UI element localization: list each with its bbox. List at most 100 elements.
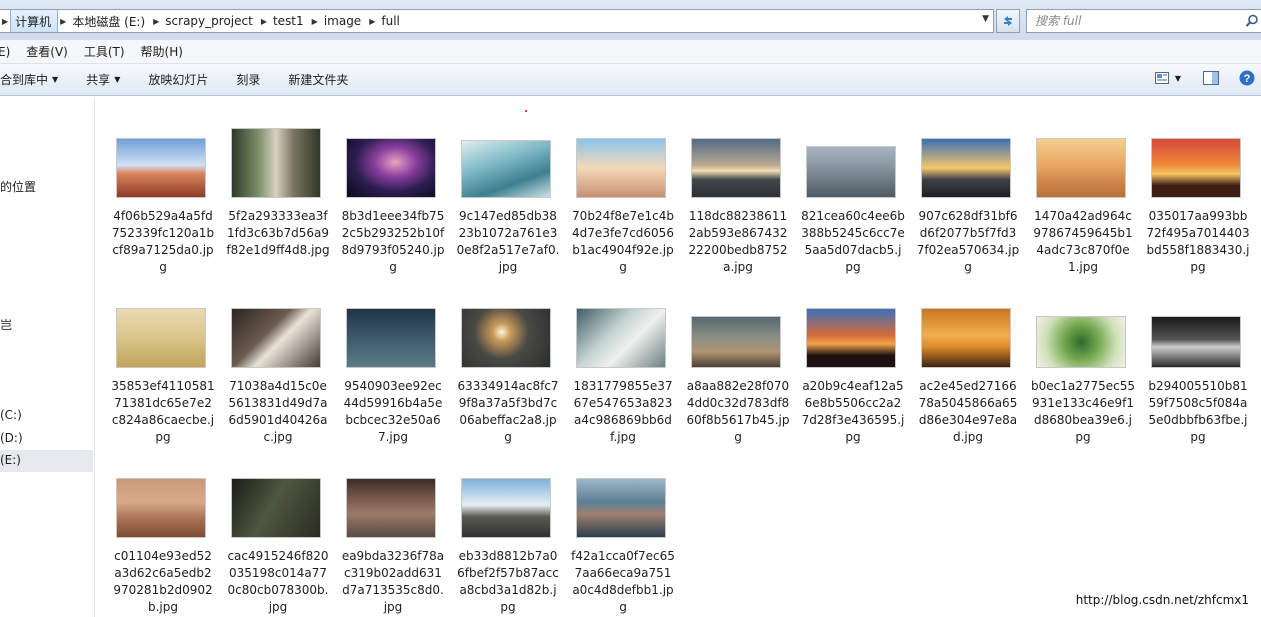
- file-item[interactable]: b0ec1a2775ec55931e133c46e9f1d8680bea39e6…: [1031, 306, 1135, 466]
- file-item[interactable]: 035017aa993bb72f495a7014403bd558f1883430…: [1146, 136, 1250, 296]
- navigation-pane[interactable]: 的位置 岂 (C:) (D:) (E:): [0, 97, 95, 617]
- include-in-library-button[interactable]: 合到库中 ▼: [0, 71, 72, 88]
- nav-drive-d[interactable]: (D:): [0, 431, 23, 445]
- svg-text:?: ?: [1244, 73, 1251, 85]
- image-thumbnail[interactable]: [576, 138, 666, 198]
- image-thumbnail[interactable]: [346, 308, 436, 368]
- file-item[interactable]: 35853ef411058171381dc65e7e2c824a86caecbe…: [111, 306, 215, 466]
- file-name: b294005510b8159f7508c5f084a5e0dbbfb63fbe…: [1148, 379, 1248, 444]
- breadcrumb-scrapy-project[interactable]: scrapy_project: [161, 10, 259, 32]
- image-thumbnail[interactable]: [921, 138, 1011, 198]
- view-icon: [1154, 72, 1169, 84]
- file-name: b0ec1a2775ec55931e133c46e9f1d8680bea39e6…: [1031, 379, 1136, 444]
- file-item[interactable]: ac2e45ed2716678a5045866a65d86e304e97e8ad…: [916, 306, 1017, 466]
- share-label: 共享: [86, 73, 111, 87]
- image-thumbnail[interactable]: [576, 478, 666, 538]
- image-thumbnail[interactable]: [921, 308, 1011, 368]
- address-history-dropdown-icon[interactable]: ▼: [982, 14, 989, 24]
- image-thumbnail[interactable]: [346, 478, 436, 538]
- image-thumbnail[interactable]: [461, 478, 551, 538]
- menu-view[interactable]: 查看(V): [26, 43, 76, 60]
- menu-help[interactable]: 帮助(H): [141, 43, 191, 60]
- breadcrumb-drive-e[interactable]: 本地磁盘 (E:): [68, 10, 151, 32]
- file-name: 1470a42ad964c97867459645b14adc73c870f0e1…: [1033, 209, 1133, 274]
- file-item[interactable]: b294005510b8159f7508c5f084a5e0dbbfb63fbe…: [1146, 306, 1248, 466]
- file-item[interactable]: cac4915246f820035198c014a770c80cb078300b…: [226, 476, 329, 617]
- file-item[interactable]: 71038a4d15c0e5613831d49d7a6d5901d40426ac…: [226, 306, 327, 466]
- file-item[interactable]: ea9bda3236f78ac319b02add631d7a713535c8d0…: [341, 476, 444, 617]
- file-item[interactable]: 907c628df31bf6d6f2077b5f7fd37f02ea570634…: [916, 136, 1019, 296]
- file-list[interactable]: 4f06b529a4a5fd752339fc120a1bcf89a7125da0…: [100, 97, 1261, 617]
- file-name: 9540903ee92ec44d59916b4a5ebcbcec32e50a67…: [343, 379, 443, 444]
- nav-drive-c[interactable]: (C:): [0, 408, 22, 422]
- file-item[interactable]: 1831779855e3767e547653a823a4c986869bb6df…: [571, 306, 673, 466]
- search-icon[interactable]: [1245, 14, 1259, 28]
- preview-pane-button[interactable]: [1203, 71, 1219, 85]
- file-item[interactable]: 8b3d1eee34fb752c5b293252b10f8d9793f05240…: [341, 136, 444, 296]
- breadcrumb-separator-icon[interactable]: ▶: [0, 17, 10, 26]
- help-button[interactable]: ?: [1239, 70, 1255, 86]
- nav-item-fragment[interactable]: 岂: [0, 316, 12, 333]
- breadcrumb-separator-icon[interactable]: ▶: [367, 17, 377, 26]
- file-name: 8b3d1eee34fb752c5b293252b10f8d9793f05240…: [341, 209, 445, 274]
- image-thumbnail[interactable]: [346, 138, 436, 198]
- file-item[interactable]: 4f06b529a4a5fd752339fc120a1bcf89a7125da0…: [111, 136, 214, 296]
- toolbar-right-group: ▼ ?: [1154, 70, 1255, 86]
- image-thumbnail[interactable]: [1151, 316, 1241, 368]
- share-button[interactable]: 共享 ▼: [72, 71, 134, 88]
- file-item[interactable]: 9540903ee92ec44d59916b4a5ebcbcec32e50a67…: [341, 306, 442, 466]
- file-item[interactable]: f42a1cca0f7ec657aa66eca9a751a0c4d8defbb1…: [571, 476, 675, 617]
- file-item[interactable]: a8aa882e28f0704dd0c32d783df860f8b5617b45…: [686, 306, 789, 466]
- search-box[interactable]: [1026, 9, 1261, 33]
- nav-drive-e[interactable]: (E:): [0, 450, 93, 472]
- refresh-button[interactable]: [996, 9, 1020, 33]
- view-options-chevron-icon[interactable]: ▼: [1175, 74, 1181, 83]
- nav-recent-places[interactable]: 的位置: [0, 178, 36, 195]
- image-thumbnail[interactable]: [231, 478, 321, 538]
- file-item[interactable]: 63334914ac8fc79f8a37a5f3bd7c06abeffac2a8…: [456, 306, 559, 466]
- image-thumbnail[interactable]: [231, 308, 321, 368]
- file-name: ea9bda3236f78ac319b02add631d7a713535c8d0…: [341, 549, 445, 614]
- image-thumbnail[interactable]: [116, 138, 206, 198]
- burn-button[interactable]: 刻录: [222, 71, 274, 88]
- file-item[interactable]: 70b24f8e7e1c4b4d7e3fe7cd6056b1ac4904f92e…: [571, 136, 674, 296]
- file-item[interactable]: 9c147ed85db3823b1072a761e30e8f2a517e7af0…: [456, 136, 559, 296]
- search-input[interactable]: [1027, 14, 1237, 28]
- address-bar[interactable]: ▶ 计算机 ▶ 本地磁盘 (E:) ▶ scrapy_project ▶ tes…: [0, 9, 994, 33]
- file-item[interactable]: 821cea60c4ee6b388b5245c6cc7e5aa5d07dacb5…: [801, 136, 905, 296]
- image-thumbnail[interactable]: [806, 308, 896, 368]
- image-thumbnail[interactable]: [1151, 138, 1241, 198]
- image-thumbnail[interactable]: [806, 146, 896, 198]
- help-icon: ?: [1239, 70, 1255, 86]
- change-view-button[interactable]: [1154, 72, 1169, 84]
- menu-tools[interactable]: 工具(T): [84, 43, 133, 60]
- file-item[interactable]: eb33d8812b7a06fbef2f57b87acca8cbd3a1d82b…: [456, 476, 559, 617]
- image-thumbnail[interactable]: [691, 316, 781, 368]
- image-thumbnail[interactable]: [116, 308, 206, 368]
- slideshow-button[interactable]: 放映幻灯片: [134, 71, 222, 88]
- image-thumbnail[interactable]: [1036, 316, 1126, 368]
- breadcrumb-test1[interactable]: test1: [269, 10, 310, 32]
- image-thumbnail[interactable]: [231, 128, 321, 198]
- breadcrumb-separator-icon[interactable]: ▶: [259, 17, 269, 26]
- breadcrumb-image[interactable]: image: [320, 10, 367, 32]
- menu-edit[interactable]: E): [0, 45, 18, 59]
- image-thumbnail[interactable]: [461, 140, 551, 198]
- breadcrumb-computer[interactable]: 计算机: [10, 10, 59, 32]
- image-thumbnail[interactable]: [1036, 138, 1126, 198]
- file-item[interactable]: 5f2a293333ea3f1fd3c63b7d56a9f82e1d9ff4d8…: [226, 128, 330, 296]
- image-thumbnail[interactable]: [116, 478, 206, 538]
- new-folder-button[interactable]: 新建文件夹: [274, 71, 362, 88]
- file-name: 71038a4d15c0e5613831d49d7a6d5901d40426ac…: [228, 379, 328, 444]
- breadcrumb-separator-icon[interactable]: ▶: [310, 17, 320, 26]
- breadcrumb-separator-icon[interactable]: ▶: [151, 17, 161, 26]
- image-thumbnail[interactable]: [461, 308, 551, 368]
- file-item[interactable]: c01104e93ed52a3d62c6a5edb2970281b2d0902b…: [111, 476, 213, 617]
- breadcrumb-full[interactable]: full: [377, 10, 406, 32]
- file-item[interactable]: 118dc882386112ab593e86743222200bedb8752a…: [686, 136, 787, 296]
- image-thumbnail[interactable]: [691, 138, 781, 198]
- image-thumbnail[interactable]: [576, 308, 666, 368]
- file-item[interactable]: 1470a42ad964c97867459645b14adc73c870f0e1…: [1031, 136, 1133, 296]
- file-item[interactable]: a20b9c4eaf12a56e8b5506cc2a27d28f3e436595…: [801, 306, 904, 466]
- breadcrumb-separator-icon[interactable]: ▶: [58, 17, 68, 26]
